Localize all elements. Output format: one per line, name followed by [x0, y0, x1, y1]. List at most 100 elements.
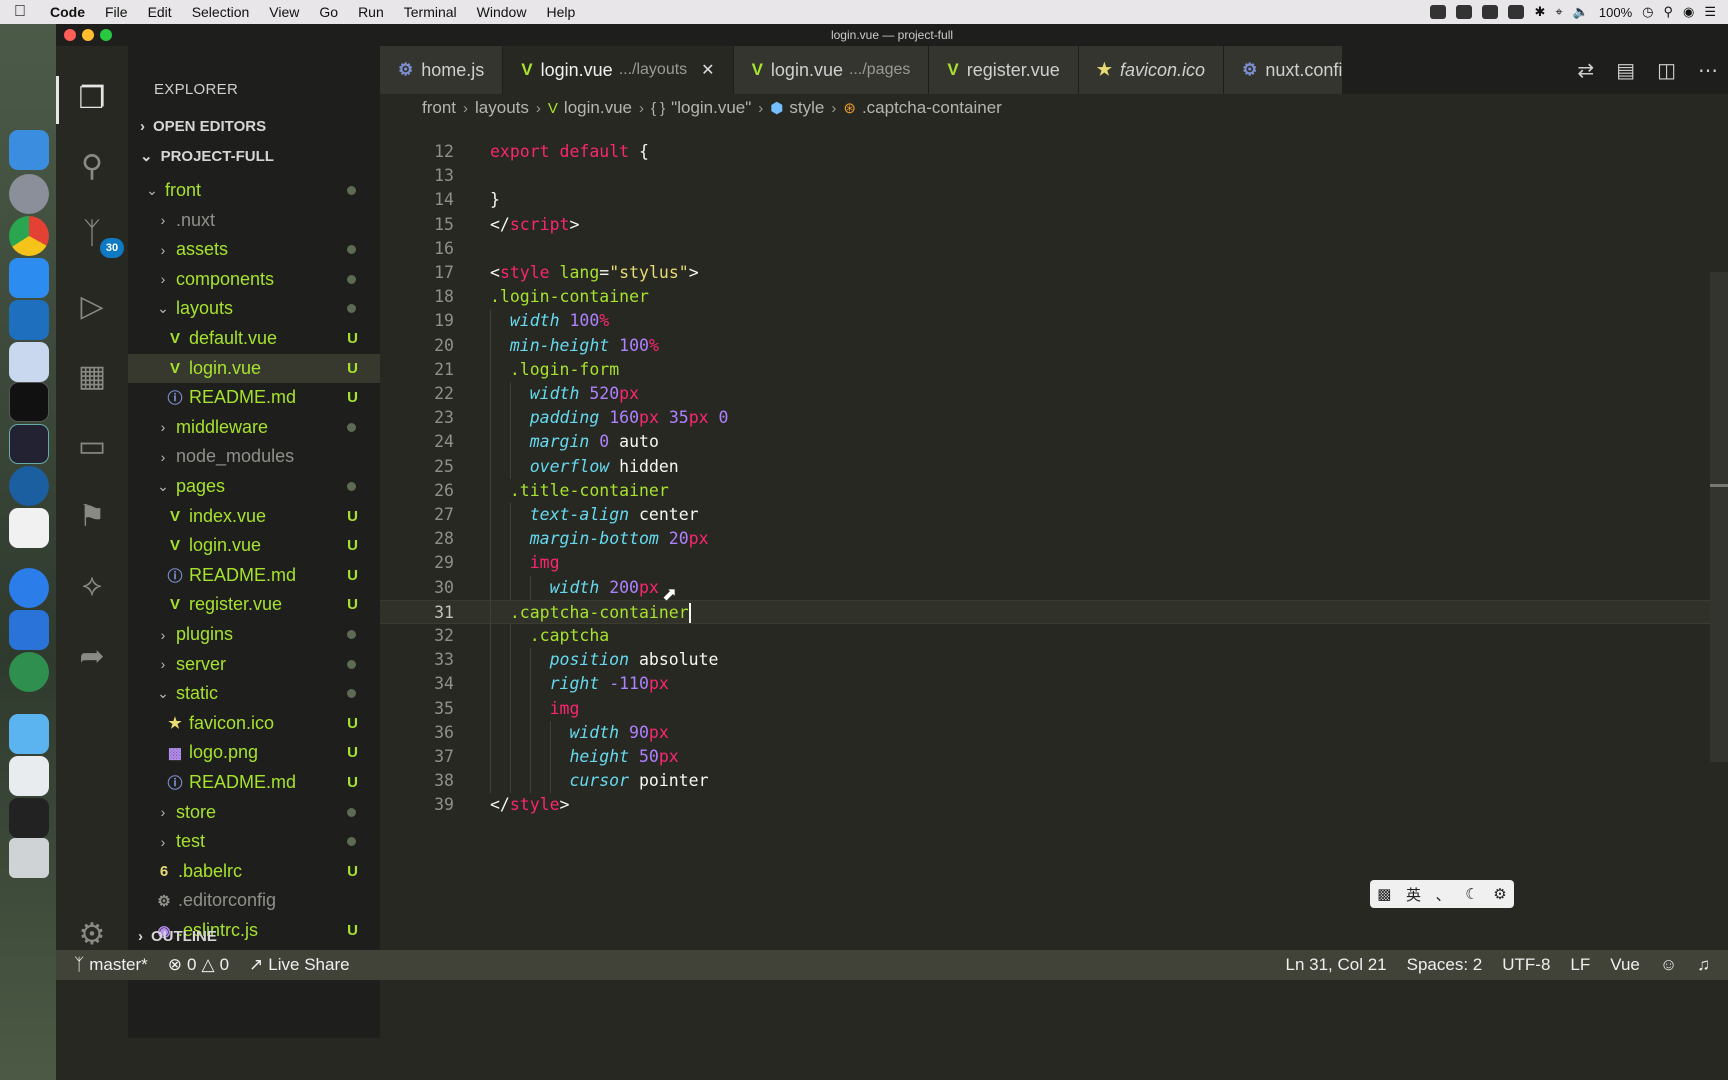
breadcrumb-file[interactable]: login.vue	[564, 98, 632, 118]
folder-item[interactable]: ⌄ front	[128, 176, 380, 205]
open-preview-icon[interactable]: ▤	[1616, 58, 1635, 83]
file-item[interactable]: ⓘ README.md U	[128, 561, 380, 590]
clock-icon[interactable]: ◷	[1642, 4, 1653, 20]
screen-dock-icon[interactable]	[9, 798, 49, 838]
file-item[interactable]: Vlogin.vue U	[128, 531, 380, 560]
editor-tab[interactable]: Vregister.vue	[929, 46, 1079, 94]
project-section[interactable]: ⌄ PROJECT-FULL	[140, 147, 274, 166]
folder-item[interactable]: › test	[128, 827, 380, 856]
quicktime-icon[interactable]	[9, 466, 49, 506]
bookmark-tray-icon[interactable]	[1482, 5, 1499, 19]
remote-explorer-icon[interactable]: ▭	[70, 424, 114, 468]
file-item[interactable]: ★ favicon.ico U	[128, 709, 380, 738]
file-item[interactable]: Vdefault.vue U	[128, 324, 380, 353]
rocket-app-icon[interactable]	[9, 652, 49, 692]
wifi-icon[interactable]: ⌖	[1555, 4, 1562, 20]
folder-item[interactable]: › middleware	[128, 413, 380, 442]
folder-item[interactable]: › plugins	[128, 620, 380, 649]
more-actions-icon[interactable]: ⋯	[1698, 58, 1718, 83]
breadcrumb-front[interactable]: front	[422, 98, 456, 118]
siri-icon[interactable]: ◉	[1683, 4, 1694, 20]
apple-icon[interactable]: 	[0, 3, 40, 21]
explorer-icon[interactable]: ❐	[70, 76, 114, 120]
file-item[interactable]: Vlogin.vue U	[128, 353, 380, 383]
menu-run[interactable]: Run	[348, 4, 394, 20]
ime-logo-icon[interactable]: ▩	[1377, 885, 1391, 903]
git-graph-icon[interactable]: ⟡	[70, 564, 114, 608]
editor-scrollbar[interactable]	[1710, 272, 1728, 762]
compare-changes-icon[interactable]: ⇄	[1577, 58, 1594, 83]
code-editor[interactable]: 12 export default {13 14} 15 </script> 16 17 <s…	[380, 122, 1728, 1038]
battery-percent[interactable]: 100%	[1599, 5, 1632, 20]
live-share-button[interactable]: ↗ Live Share	[239, 955, 360, 975]
folder-item[interactable]: › store	[128, 798, 380, 827]
breadcrumb-style[interactable]: style	[789, 98, 824, 118]
file-item[interactable]: ▩ logo.png U	[128, 738, 380, 767]
folder-item[interactable]: › node_modules	[128, 442, 380, 471]
search-icon[interactable]: ⚲	[70, 144, 114, 188]
indentation[interactable]: Spaces: 2	[1397, 955, 1493, 975]
split-editor-icon[interactable]: ◫	[1657, 58, 1676, 83]
typora-icon[interactable]	[9, 508, 49, 548]
ime-settings-icon[interactable]: ⚙	[1493, 885, 1506, 903]
folder-item[interactable]: › server	[128, 650, 380, 679]
breadcrumb-component[interactable]: "login.vue"	[671, 98, 751, 118]
breadcrumb-selector[interactable]: .captcha-container	[862, 98, 1002, 118]
editor-tab[interactable]: Vlogin.vue .../layouts ✕	[503, 46, 734, 94]
launchpad-icon[interactable]	[9, 174, 49, 214]
source-control-icon[interactable]: ᛉ 30	[70, 212, 124, 258]
feedback-icon[interactable]: ☺	[1650, 955, 1687, 975]
screen-icon[interactable]	[1456, 5, 1473, 19]
terminal-dock-icon[interactable]	[9, 382, 49, 422]
menu-help[interactable]: Help	[536, 4, 585, 20]
close-window-button[interactable]	[64, 29, 76, 41]
folder-item[interactable]: › .nuxt	[128, 206, 380, 235]
record-icon[interactable]	[1430, 5, 1447, 19]
file-item[interactable]: ⓘ README.md U	[128, 383, 380, 412]
problems-indicator[interactable]: ⊗ 0 △ 0	[158, 955, 239, 975]
menu-edit[interactable]: Edit	[138, 4, 182, 20]
notes-app-icon[interactable]	[9, 258, 49, 298]
bluetooth-icon[interactable]: ✱	[1534, 4, 1545, 20]
editor-tab[interactable]: ★ favicon.ico	[1078, 46, 1225, 94]
open-editors-section[interactable]: › OPEN EDITORS	[140, 118, 266, 135]
encoding[interactable]: UTF-8	[1492, 955, 1560, 975]
folder-item[interactable]: ⌄ static	[128, 679, 380, 708]
folder-dock-icon[interactable]	[9, 714, 49, 754]
finder-icon[interactable]	[9, 130, 49, 170]
writer-icon[interactable]	[9, 610, 49, 650]
menu-window[interactable]: Window	[467, 4, 537, 20]
extensions-icon[interactable]: ▦	[70, 354, 114, 398]
menu-app-name[interactable]: Code	[40, 4, 95, 20]
vpn-icon[interactable]	[1508, 5, 1525, 19]
vscode-dock-icon[interactable]	[9, 300, 49, 340]
file-item[interactable]: Vregister.vue U	[128, 590, 380, 619]
close-tab-icon[interactable]: ✕	[701, 60, 714, 80]
bookmarks-icon[interactable]: ⚑	[70, 494, 114, 538]
folder-item[interactable]: › components	[128, 265, 380, 294]
notifications-bell-icon[interactable]: ♫	[1687, 955, 1728, 975]
run-debug-icon[interactable]: ▷	[70, 284, 114, 328]
control-center-icon[interactable]: ☰	[1704, 4, 1716, 20]
ime-punctuation-toggle[interactable]: 、	[1436, 884, 1451, 905]
outline-section[interactable]: › OUTLINE	[128, 922, 380, 950]
messenger-icon[interactable]	[9, 568, 49, 608]
cursor-position[interactable]: Ln 31, Col 21	[1276, 955, 1397, 975]
volume-icon[interactable]: 🔈	[1573, 4, 1589, 20]
spotlight-icon[interactable]: ⚲	[1663, 4, 1673, 20]
preview-dock-icon[interactable]	[9, 756, 49, 796]
keynote-icon[interactable]	[9, 342, 49, 382]
menu-view[interactable]: View	[259, 4, 309, 20]
live-share-icon[interactable]: ➦	[70, 634, 114, 678]
file-item[interactable]: 6 .babelrc U	[128, 857, 380, 886]
folder-item[interactable]: ⌄ layouts	[128, 294, 380, 323]
menu-terminal[interactable]: Terminal	[394, 4, 467, 20]
zoom-window-button[interactable]	[100, 29, 112, 41]
language-mode[interactable]: Vue	[1600, 955, 1650, 975]
trash-icon[interactable]	[9, 838, 49, 878]
file-item[interactable]: Vindex.vue U	[128, 502, 380, 531]
ime-language-toggle[interactable]: 英	[1406, 884, 1421, 905]
file-item[interactable]: ⚙ .editorconfig	[128, 886, 380, 915]
breadcrumb-layouts[interactable]: layouts	[475, 98, 529, 118]
branch-indicator[interactable]: ᛉ master*	[56, 955, 158, 975]
